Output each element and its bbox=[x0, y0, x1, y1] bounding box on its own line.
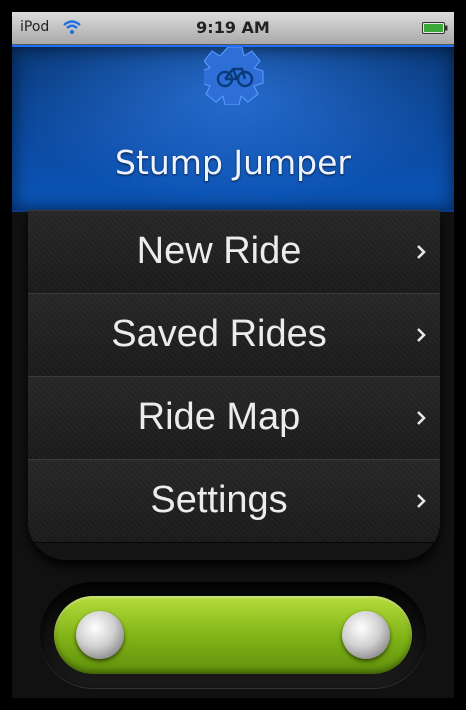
menu-item-new-ride[interactable]: New Ride bbox=[28, 210, 440, 294]
gear-bicycle-icon bbox=[204, 47, 264, 105]
main-menu: New Ride Saved Rides Ride Map Settings bbox=[28, 210, 440, 560]
chevron-right-icon bbox=[417, 411, 426, 425]
slider-knob-right[interactable] bbox=[342, 611, 390, 659]
chevron-right-icon bbox=[417, 328, 426, 342]
battery-icon bbox=[422, 22, 448, 34]
menu-item-label: Ride Map bbox=[137, 396, 301, 438]
app-screen: iPod 9:19 AM Stump Jumper New Ride Saved… bbox=[12, 12, 454, 698]
menu-item-label: Settings bbox=[150, 479, 288, 521]
slider-knob-left[interactable] bbox=[76, 611, 124, 659]
menu-footer bbox=[28, 542, 440, 560]
status-bar: iPod 9:19 AM bbox=[12, 12, 454, 45]
chevron-right-icon bbox=[417, 245, 426, 259]
menu-item-label: New Ride bbox=[136, 230, 302, 272]
menu-item-ride-map[interactable]: Ride Map bbox=[28, 376, 440, 460]
status-clock: 9:19 AM bbox=[196, 18, 270, 37]
app-title: Stump Jumper bbox=[115, 143, 351, 182]
app-header: Stump Jumper bbox=[12, 45, 454, 212]
menu-item-saved-rides[interactable]: Saved Rides bbox=[28, 293, 440, 377]
menu-item-label: Saved Rides bbox=[111, 313, 327, 355]
menu-item-settings[interactable]: Settings bbox=[28, 459, 440, 543]
start-slider[interactable] bbox=[54, 596, 412, 674]
chevron-right-icon bbox=[417, 494, 426, 508]
